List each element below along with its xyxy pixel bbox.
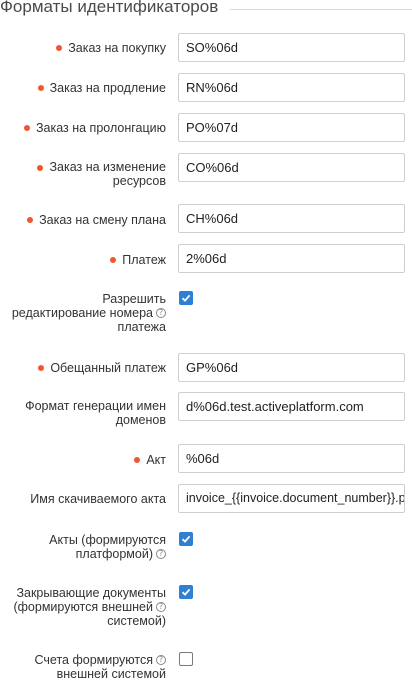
required-marker	[23, 124, 30, 131]
required-marker	[38, 364, 45, 371]
invoices-external-checkbox[interactable]	[179, 652, 193, 666]
allow-edit-payment-number-checkbox[interactable]	[179, 291, 193, 305]
resource-change-order-input[interactable]: CO%06d	[178, 153, 405, 182]
invoices-external-label: Счета формируются? внешней системой	[34, 653, 166, 681]
prolongation-order-input[interactable]: PO%07d	[178, 113, 405, 142]
downloaded-act-name-label: Имя скачиваемого акта	[30, 492, 166, 506]
resource-change-order-label: Заказ на изменение ресурсов	[37, 160, 166, 188]
act-label: Акт	[134, 453, 166, 467]
section-divider	[230, 9, 412, 10]
question-circle-icon[interactable]: ?	[156, 601, 166, 612]
question-circle-icon[interactable]: ?	[156, 654, 166, 665]
promised-payment-label: Обещанный платеж	[38, 361, 166, 375]
required-marker	[27, 216, 34, 223]
section-title: Форматы идентификаторов	[0, 0, 219, 16]
purchase-order-label: Заказ на покупку	[56, 41, 166, 55]
payment-input[interactable]: 2%06d	[178, 244, 405, 273]
required-marker	[37, 84, 44, 91]
closing-documents-external-checkbox[interactable]	[179, 585, 193, 599]
required-marker	[37, 165, 44, 171]
prolongation-order-label: Заказ на пролонгацию	[23, 121, 166, 135]
check-icon	[181, 535, 191, 543]
question-circle-icon[interactable]: ?	[156, 307, 166, 318]
renewal-order-input[interactable]: RN%06d	[178, 73, 405, 102]
domain-name-format-input[interactable]: d%06d.test.activeplatform.com	[178, 392, 405, 421]
closing-documents-external-label: Закрывающие документы (формируются внешн…	[13, 586, 166, 628]
allow-edit-payment-number-label: Разрешить редактирование номера? платежа	[11, 292, 166, 334]
renewal-order-label: Заказ на продление	[37, 81, 166, 95]
required-marker	[134, 456, 141, 463]
acts-generated-by-platform-checkbox[interactable]	[179, 532, 193, 546]
check-icon	[181, 588, 191, 596]
required-marker	[56, 44, 63, 51]
promised-payment-input[interactable]: GP%06d	[178, 353, 405, 382]
plan-change-order-label: Заказ на смену плана	[27, 213, 166, 227]
acts-generated-by-platform-label: Акты (формируются платформой)?	[49, 533, 166, 561]
downloaded-act-name-input[interactable]: invoice_{{invoice.document_number}}.pdf	[178, 484, 405, 513]
check-icon	[181, 294, 191, 302]
question-circle-icon[interactable]: ?	[156, 548, 166, 559]
purchase-order-input[interactable]: SO%06d	[178, 33, 405, 62]
domain-name-format-label: Формат генерации имен доменов	[25, 399, 166, 427]
plan-change-order-input[interactable]: CH%06d	[178, 204, 405, 233]
required-marker	[110, 256, 117, 263]
payment-label: Платеж	[110, 253, 166, 267]
act-input[interactable]: %06d	[178, 444, 405, 473]
